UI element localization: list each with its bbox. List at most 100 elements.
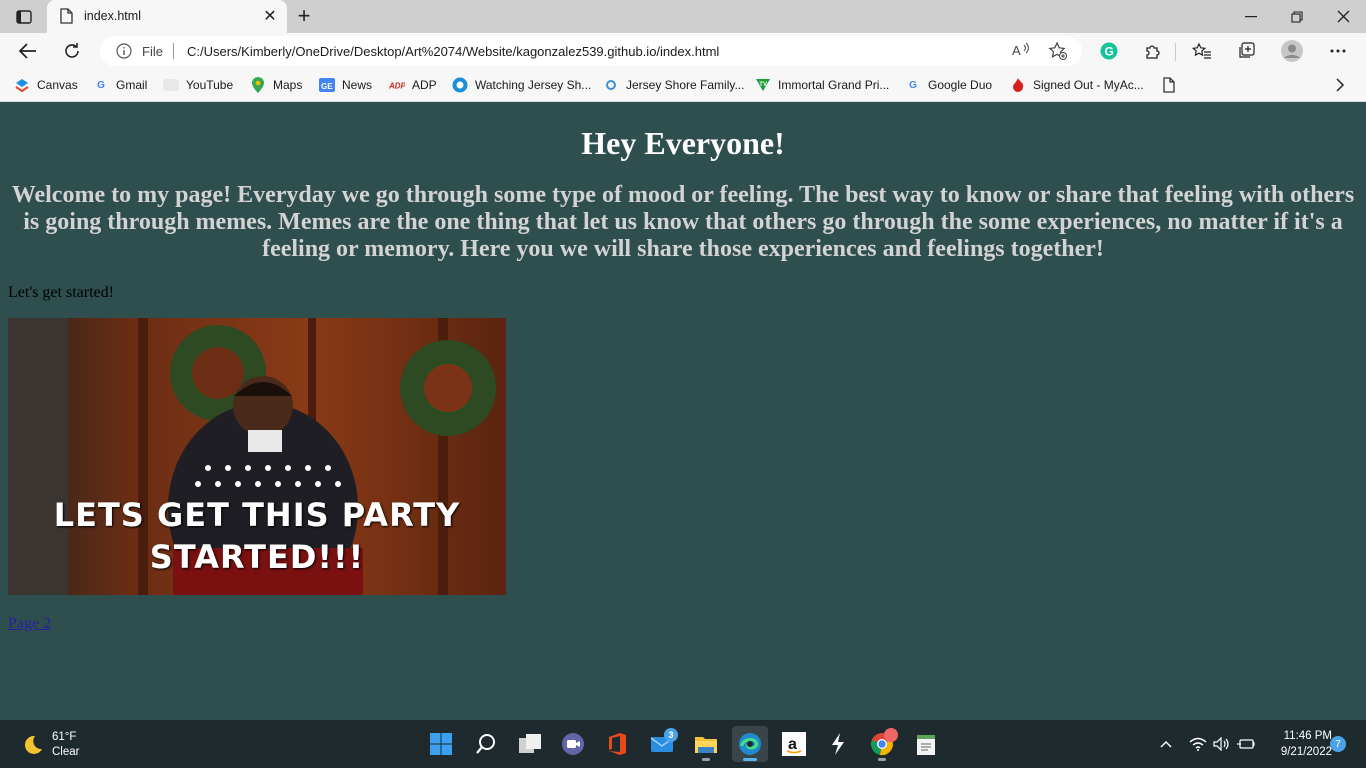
bookmark-youtube[interactable]: YouTube	[163, 76, 233, 94]
toolbar-divider	[1175, 43, 1176, 61]
tab-strip: index.html ✕ +	[0, 0, 1366, 33]
volume-icon[interactable]	[1212, 734, 1232, 754]
mail-badge: 3	[664, 728, 678, 742]
bookmark-label: ADP	[412, 78, 437, 92]
web-page: Hey Everyone! Welcome to my page! Everyd…	[0, 103, 1366, 720]
bookmark-jersey-shore-family[interactable]: Jersey Shore Family...	[603, 76, 744, 94]
paramount-icon	[603, 77, 619, 93]
bookmark-label: Gmail	[116, 78, 148, 92]
maps-pin-icon	[250, 77, 266, 93]
bookmark-immortal-grand-prix[interactable]: TV Immortal Grand Pri...	[755, 76, 889, 94]
address-scheme-label: File	[142, 44, 163, 59]
read-aloud-icon[interactable]: A	[1012, 42, 1032, 60]
more-options-icon[interactable]	[1326, 39, 1350, 63]
address-bar[interactable]: File C:/Users/Kimberly/OneDrive/Desktop/…	[100, 36, 1082, 66]
grammarly-extension-icon[interactable]: G	[1097, 39, 1121, 63]
svg-text:a: a	[788, 736, 797, 753]
task-view-icon[interactable]	[512, 726, 548, 762]
bookmark-adp[interactable]: ADP ADP	[389, 76, 437, 94]
bookmark-label: Maps	[273, 78, 303, 92]
address-url[interactable]: C:/Users/Kimberly/OneDrive/Desktop/Art%2…	[187, 44, 719, 59]
browser-tab[interactable]: index.html ✕	[47, 0, 287, 33]
bookmark-signed-out[interactable]: Signed Out - MyAc...	[1010, 76, 1144, 94]
bookmark-google-duo[interactable]: G Google Duo	[905, 76, 992, 94]
mail-icon[interactable]: 3	[644, 726, 680, 762]
bookmark-label: Jersey Shore Family...	[626, 78, 745, 92]
running-indicator	[878, 758, 886, 761]
wifi-icon[interactable]	[1188, 734, 1208, 754]
bookmarks-bar: Canvas G Gmail YouTube Maps GE News ADP …	[0, 69, 1366, 102]
bookmark-news[interactable]: GE News	[319, 76, 372, 94]
chevron-right-icon[interactable]	[1332, 77, 1348, 93]
refresh-icon[interactable]	[58, 37, 86, 65]
add-favorite-star-icon[interactable]	[1048, 41, 1068, 61]
page-file-icon	[59, 8, 73, 24]
teams-chat-icon[interactable]	[555, 726, 591, 762]
favorites-list-icon[interactable]	[1190, 39, 1214, 63]
canvas-icon	[14, 77, 30, 93]
bookmark-label: Canvas	[37, 78, 78, 92]
tab-actions-icon[interactable]	[8, 6, 40, 28]
new-tab-button[interactable]: +	[293, 3, 315, 28]
tv-icon: TV	[755, 77, 771, 93]
notepad-icon[interactable]	[908, 726, 944, 762]
browser-toolbar: File C:/Users/Kimberly/OneDrive/Desktop/…	[0, 33, 1366, 69]
weather-widget[interactable]: 61°F Clear	[20, 729, 79, 761]
bookmark-canvas[interactable]: Canvas	[14, 76, 78, 94]
intro-text: Let's get started!	[8, 284, 114, 301]
clock-time: 11:46 PM	[1283, 730, 1332, 742]
battery-icon[interactable]	[1236, 734, 1256, 754]
chevron-up-icon[interactable]	[1158, 734, 1174, 754]
bookmark-watching-jersey[interactable]: Watching Jersey Sh...	[452, 76, 591, 94]
bookmark-maps[interactable]: Maps	[250, 76, 302, 94]
svg-text:TV: TV	[759, 82, 767, 88]
page-2-link[interactable]: Page 2	[8, 615, 51, 633]
search-icon[interactable]	[468, 726, 504, 762]
running-indicator	[702, 758, 710, 761]
bookmark-label: Watching Jersey Sh...	[475, 78, 592, 92]
chrome-profile-badge	[884, 728, 898, 742]
collections-icon[interactable]	[1234, 39, 1258, 63]
start-button[interactable]	[423, 726, 459, 762]
svg-text:G: G	[1105, 45, 1114, 59]
tab-title: index.html	[84, 9, 141, 23]
moon-icon	[20, 733, 44, 757]
close-tab-icon[interactable]: ✕	[261, 7, 279, 25]
minimize-window-button[interactable]	[1228, 0, 1274, 33]
windows-taskbar: 61°F Clear 3 a 11:46 PM 9/21/2022 7	[0, 720, 1366, 768]
svg-text:ADP: ADP	[389, 82, 405, 90]
google-icon: G	[909, 79, 917, 91]
office-icon[interactable]	[599, 726, 635, 762]
file-explorer-icon[interactable]	[688, 726, 724, 762]
chrome-icon[interactable]	[864, 726, 900, 762]
lightning-app-icon[interactable]	[820, 726, 856, 762]
bookmark-label: YouTube	[186, 78, 234, 92]
google-news-icon: GE	[319, 77, 335, 93]
bookmark-label: News	[342, 78, 373, 92]
watch-icon	[452, 77, 468, 93]
extensions-puzzle-icon[interactable]	[1141, 39, 1165, 63]
restore-window-button[interactable]	[1274, 0, 1320, 33]
weather-condition: Clear	[52, 746, 80, 758]
bookmark-page[interactable]	[1161, 76, 1184, 94]
system-clock[interactable]: 11:46 PM 9/21/2022	[1262, 728, 1332, 760]
close-window-button[interactable]	[1320, 0, 1366, 33]
page-heading: Hey Everyone!	[581, 125, 785, 161]
youtube-icon	[163, 77, 179, 93]
page-file-icon	[1161, 77, 1177, 93]
address-divider	[173, 43, 174, 59]
flame-icon	[1010, 77, 1026, 93]
profile-avatar-icon[interactable]	[1280, 39, 1304, 63]
svg-text:GE: GE	[321, 82, 333, 91]
edge-browser-icon[interactable]	[732, 726, 768, 762]
back-arrow-icon[interactable]	[14, 37, 42, 65]
info-icon[interactable]	[116, 43, 132, 59]
bookmark-label: Signed Out - MyAc...	[1033, 78, 1144, 92]
clock-date: 9/21/2022	[1280, 746, 1332, 758]
amazon-icon[interactable]: a	[776, 726, 812, 762]
gif-caption: LETS GET THIS PARTY STARTED!!!	[53, 496, 461, 576]
notification-badge[interactable]: 7	[1330, 736, 1346, 752]
bookmark-gmail[interactable]: G Gmail	[93, 76, 147, 94]
google-icon: G	[97, 79, 105, 91]
svg-text:A: A	[1012, 43, 1021, 58]
